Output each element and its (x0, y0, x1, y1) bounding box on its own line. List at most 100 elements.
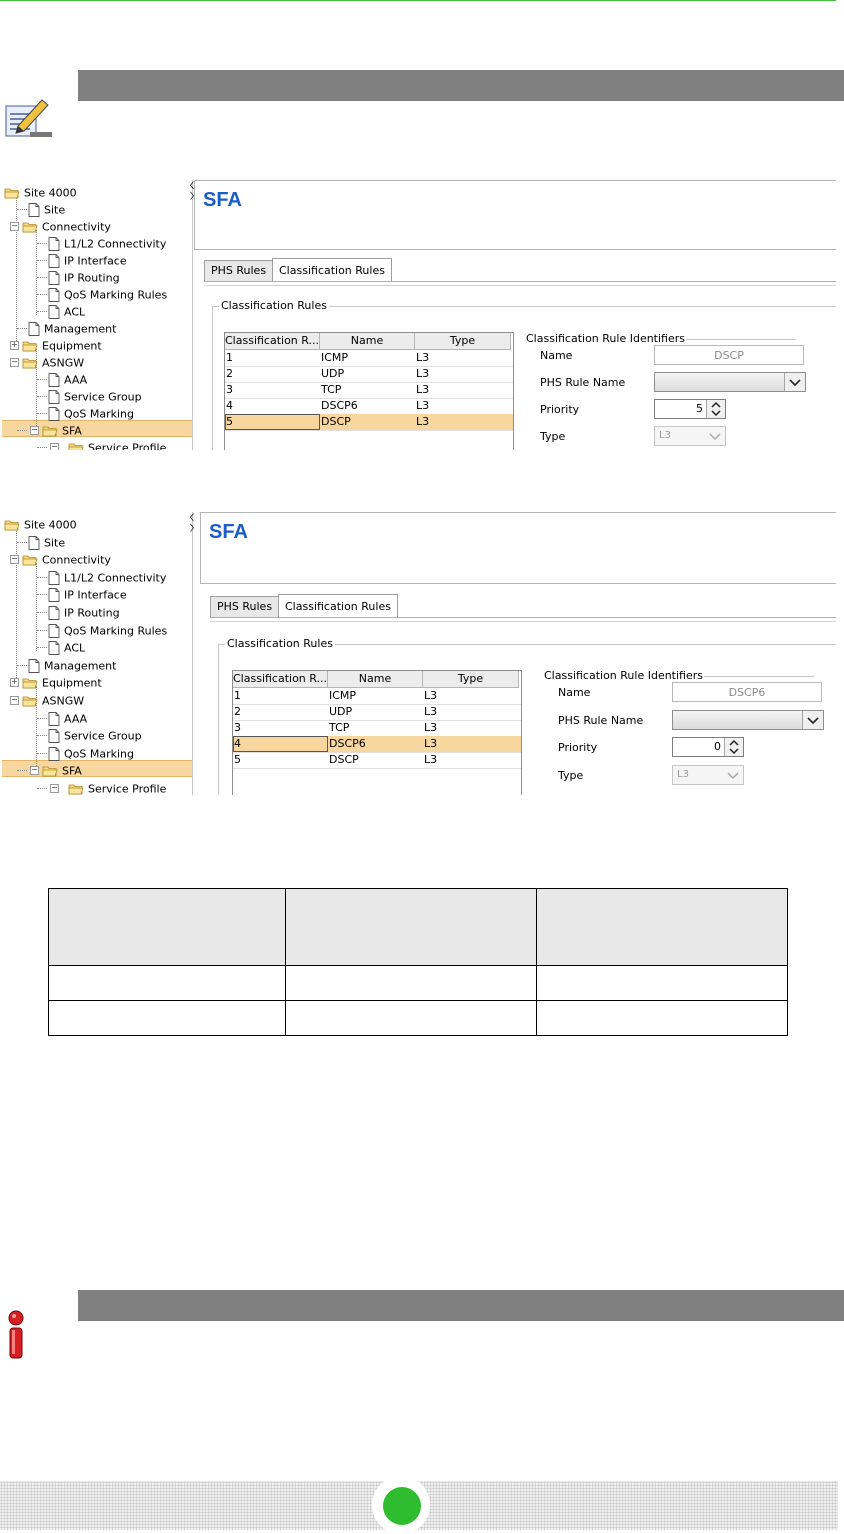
tree-node[interactable]: QoS Marking (48, 405, 134, 422)
collapse-toggle[interactable]: − (10, 358, 19, 367)
tab-phs-rules[interactable]: PHS Rules (210, 596, 280, 617)
column-header[interactable]: Type (423, 671, 519, 688)
tree-node[interactable]: Service Group (48, 388, 142, 405)
group-title: Classification Rules (219, 299, 329, 312)
table-row[interactable]: 2 UDP L3 (225, 366, 513, 383)
priority-spinner[interactable]: 0 (672, 737, 744, 757)
column-header[interactable]: Name (328, 671, 423, 688)
collapse-toggle[interactable]: − (30, 766, 39, 776)
spinner-arrows-icon[interactable] (706, 400, 725, 418)
table-row[interactable]: 5 DSCP L3 (225, 414, 513, 431)
table-cell: 4 (226, 399, 233, 412)
expand-toggle[interactable]: + (10, 678, 19, 688)
table-row[interactable]: 3 TCP L3 (225, 382, 513, 399)
table-cell: ICMP (329, 689, 357, 702)
tree-node[interactable]: Connectivity (22, 218, 111, 235)
tree-node[interactable]: IP Routing (48, 269, 120, 286)
page-icon (48, 729, 60, 744)
tree-node[interactable]: IP Interface (48, 252, 127, 269)
table-row[interactable]: 3 TCP L3 (233, 720, 521, 737)
phs-rule-name-select[interactable] (672, 709, 824, 730)
tree-node-root[interactable]: Site 4000 (4, 516, 77, 533)
page-icon (48, 390, 60, 404)
tree-node[interactable]: QoS Marking Rules (48, 622, 167, 639)
chevron-down-icon[interactable] (784, 373, 805, 391)
table-row[interactable]: 2 UDP L3 (233, 704, 521, 721)
table-row[interactable]: 1 ICMP L3 (225, 350, 513, 367)
folder-icon (22, 341, 38, 352)
collapse-toggle[interactable]: − (50, 784, 59, 793)
name-field[interactable]: DSCP (654, 345, 804, 365)
tree-node[interactable]: Management (28, 320, 116, 337)
chevron-down-icon[interactable] (802, 710, 823, 729)
column-header[interactable]: Type (415, 333, 511, 350)
tree-node[interactable]: Site (28, 201, 65, 218)
splitter-collapse-icon[interactable] (188, 512, 196, 542)
tree-node[interactable]: AAA (48, 371, 87, 388)
column-header[interactable]: Classification R... (225, 333, 320, 350)
name-field[interactable]: DSCP6 (672, 682, 822, 702)
spinner-arrows-icon[interactable] (724, 738, 743, 756)
phs-rule-name-select[interactable] (654, 372, 806, 392)
table-cell: UDP (329, 705, 353, 718)
table-row[interactable]: 1 ICMP L3 (233, 688, 521, 705)
table-cell (48, 1000, 286, 1036)
note-header-bar (78, 70, 844, 101)
page-icon (48, 271, 60, 285)
tree-node-label: Service Group (64, 729, 142, 743)
tree-node[interactable]: IP Interface (48, 586, 127, 603)
tree-node[interactable]: ACL (48, 303, 85, 320)
tree-node-label: Site (44, 203, 66, 217)
column-header[interactable]: Name (320, 333, 415, 350)
table-row[interactable]: 4 DSCP6 L3 (225, 398, 513, 415)
tree-node[interactable]: IP Routing (48, 604, 120, 621)
tree-node[interactable]: Site (28, 534, 65, 551)
table-cell (285, 1000, 537, 1036)
collapse-toggle[interactable]: − (30, 426, 39, 435)
classification-rules-table[interactable]: Classification R... Name Type 1 ICMP L3 2 UDP L3… (224, 332, 514, 450)
collapse-toggle[interactable]: − (50, 443, 59, 450)
group-title: Classification Rules (225, 637, 335, 650)
column-header[interactable]: Classification R... (233, 671, 328, 688)
collapse-toggle[interactable]: − (10, 555, 19, 565)
classification-rules-table[interactable]: Classification R... Name Type 1 ICMP L3 2 UDP L3… (232, 670, 522, 795)
tree-node[interactable]: Management (28, 657, 116, 674)
collapse-toggle[interactable]: − (10, 696, 19, 705)
tab-classification-rules[interactable]: Classification Rules (278, 594, 398, 617)
expand-toggle[interactable]: + (10, 341, 19, 350)
tree-node[interactable]: L1/L2 Connectivity (48, 569, 166, 586)
tree-node[interactable]: AAA (48, 710, 87, 727)
page-title: SFA (203, 189, 242, 211)
tree-node[interactable]: Equipment (22, 337, 102, 354)
table-row[interactable]: 4 DSCP6 L3 (233, 736, 521, 753)
tab-phs-rules[interactable]: PHS Rules (204, 260, 274, 281)
tree-node[interactable]: QoS Marking (48, 745, 134, 762)
tree-node-label: ACL (64, 641, 86, 655)
tree-node[interactable]: Service Group (48, 727, 142, 744)
tree-node[interactable]: QoS Marking Rules (48, 286, 167, 303)
table-cell: 4 (233, 736, 328, 752)
priority-spinner[interactable]: 5 (654, 399, 726, 419)
table-cell: 3 (226, 383, 233, 396)
tree-node-root[interactable]: Site 4000 (4, 184, 77, 201)
collapse-toggle[interactable]: − (10, 222, 19, 231)
tree-node[interactable]: SFA (42, 762, 82, 779)
table-row[interactable]: 5 DSCP L3 (233, 752, 521, 769)
tree-node[interactable]: Service Profile (68, 780, 166, 795)
tree-node[interactable]: SFA (42, 422, 82, 439)
identifiers-title: Classification Rule Identifiers (544, 669, 704, 682)
tab-classification-rules[interactable]: Classification Rules (272, 258, 392, 281)
tree-node[interactable]: ASNGW (22, 692, 84, 709)
table-cell: L3 (424, 705, 438, 718)
tree-node[interactable]: ASNGW (22, 354, 84, 371)
tree-node[interactable]: Equipment (22, 674, 102, 691)
table-header-cell (285, 888, 537, 966)
column-header-label: Name (350, 334, 384, 347)
folder-icon (22, 678, 38, 689)
column-header-label: Type (457, 672, 484, 685)
tree-node[interactable]: Connectivity (22, 551, 111, 568)
page-icon (48, 570, 60, 585)
tree-node[interactable]: L1/L2 Connectivity (48, 235, 166, 252)
tree-node[interactable]: ACL (48, 639, 85, 656)
tree-node[interactable]: Service Profile (68, 439, 166, 450)
